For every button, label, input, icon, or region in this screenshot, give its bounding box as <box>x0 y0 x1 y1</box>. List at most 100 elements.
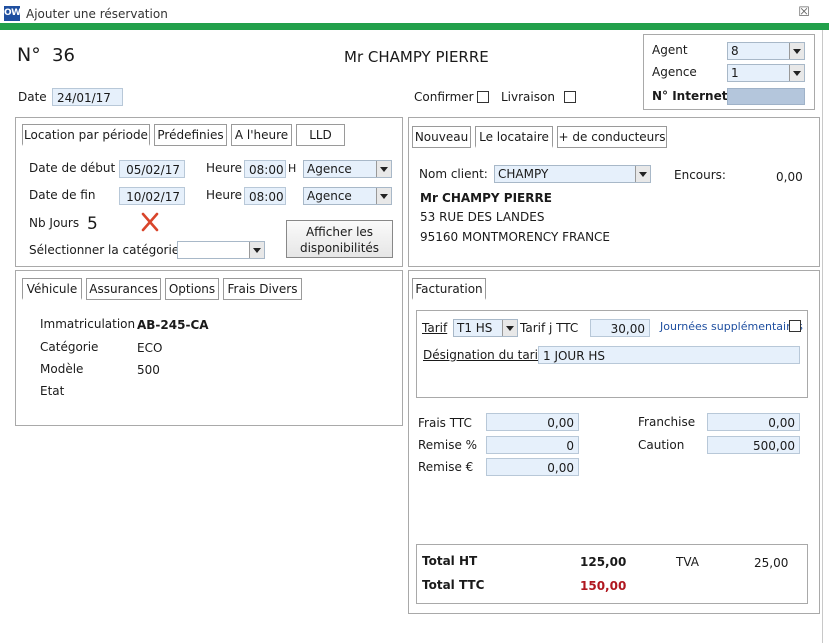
end-date-label: Date de fin <box>29 188 96 202</box>
remise-pct-label: Remise % <box>418 438 478 452</box>
tab-plus-conducteurs[interactable]: + de conducteurs <box>557 126 667 148</box>
accent-bar <box>0 23 829 30</box>
show-availability-line2: disponibilités <box>299 241 380 255</box>
tarif-ttc-field[interactable]: 30,00 <box>590 319 650 337</box>
days-value: 5 <box>87 214 98 234</box>
date-field[interactable]: 24/01/17 <box>52 88 123 106</box>
close-icon[interactable]: ☒ <box>796 6 812 20</box>
totals-group <box>416 544 808 604</box>
designation-field[interactable]: 1 JOUR HS <box>538 346 800 364</box>
total-ttc-label: Total TTC <box>422 578 485 592</box>
agence-label: Agence <box>652 65 697 79</box>
frais-ttc-field[interactable]: 0,00 <box>486 413 579 431</box>
livraison-checkbox[interactable] <box>564 91 576 103</box>
end-date-field[interactable]: 10/02/17 <box>119 187 185 205</box>
caution-label: Caution <box>638 438 685 452</box>
chevron-down-icon[interactable] <box>376 188 391 204</box>
tab-assurances[interactable]: Assurances <box>86 278 161 300</box>
window-title: Ajouter une réservation <box>26 7 168 21</box>
confirmer-checkbox[interactable] <box>477 91 489 103</box>
agent-select-value: 8 <box>731 44 739 58</box>
agent-select[interactable]: 8 <box>727 42 805 60</box>
encours-value: 0,00 <box>776 170 803 184</box>
category-select[interactable] <box>177 241 265 259</box>
tab-nouveau[interactable]: Nouveau <box>412 126 471 148</box>
client-name-label: Nom client: <box>419 167 488 181</box>
extra-days-label: Journées supplémentaires <box>660 320 803 333</box>
chevron-down-icon[interactable] <box>376 161 391 177</box>
end-time-label: Heure <box>206 188 243 202</box>
client-select-value: CHAMPY <box>498 167 549 181</box>
chevron-down-icon[interactable] <box>789 65 804 81</box>
total-ttc-value: 150,00 <box>580 579 627 593</box>
client-title: Mr CHAMPY PIERRE <box>344 48 489 66</box>
date-label: Date <box>18 90 47 104</box>
tab-predefinies[interactable]: Prédefinies <box>154 124 227 146</box>
window-right-border <box>822 30 823 643</box>
renter-address-line1: 53 RUE DES LANDES <box>420 210 545 224</box>
agence-select-value: 1 <box>731 66 739 80</box>
etat-label: Etat <box>40 384 65 398</box>
renter-name: Mr CHAMPY PIERRE <box>420 191 552 205</box>
model-value: 500 <box>137 363 160 377</box>
frais-ttc-label: Frais TTC <box>418 416 472 430</box>
start-date-label: Date de début <box>29 161 116 175</box>
end-time-field[interactable]: 08:00 <box>244 187 286 205</box>
livraison-label: Livraison <box>501 90 555 104</box>
end-place-value: Agence <box>307 189 352 203</box>
days-label: Nb Jours <box>29 216 80 230</box>
tab-location-par-periode[interactable]: Location par période <box>22 124 150 146</box>
tab-le-locataire[interactable]: Le locataire <box>475 126 553 148</box>
app-icon: OW <box>4 6 21 21</box>
category-info-value: ECO <box>137 341 163 355</box>
cross-icon[interactable] <box>140 212 160 232</box>
immat-value: AB-245-CA <box>137 318 209 332</box>
total-ht-label: Total HT <box>422 554 478 568</box>
remise-pct-field[interactable]: 0 <box>486 436 579 454</box>
chevron-down-icon[interactable] <box>635 166 650 182</box>
chevron-down-icon[interactable] <box>249 242 264 258</box>
internet-field[interactable] <box>727 88 805 105</box>
agent-label: Agent <box>652 43 688 57</box>
caution-field[interactable]: 500,00 <box>707 436 800 454</box>
tab-a-lheure[interactable]: A l'heure <box>231 124 292 146</box>
tva-value: 25,00 <box>754 556 789 570</box>
start-date-field[interactable]: 05/02/17 <box>119 160 185 178</box>
designation-label[interactable]: Désignation du tarif <box>423 348 542 362</box>
start-time-label: Heure <box>206 161 243 175</box>
reservation-no-label: N° <box>17 44 41 66</box>
tab-options[interactable]: Options <box>165 278 219 300</box>
category-info-label: Catégorie <box>40 340 99 354</box>
tarif-ttc-label: Tarif j TTC <box>520 321 579 335</box>
confirmer-label: Confirmer <box>414 90 474 104</box>
extra-days-checkbox[interactable] <box>789 320 801 332</box>
tva-label: TVA <box>676 555 699 569</box>
remise-eur-field[interactable]: 0,00 <box>486 458 579 476</box>
tab-vehicule[interactable]: Véhicule <box>22 278 82 300</box>
show-availability-line1: Afficher les <box>305 225 374 239</box>
end-place-select[interactable]: Agence <box>303 187 392 205</box>
renter-address-line2: 95160 MONTMORENCY FRANCE <box>420 230 611 244</box>
show-availability-button[interactable]: Afficher les disponibilités <box>286 220 393 258</box>
immat-label: Immatriculation <box>40 317 136 331</box>
category-label: Sélectionner la catégorie <box>29 243 180 257</box>
agence-select[interactable]: 1 <box>727 64 805 82</box>
start-place-select[interactable]: Agence <box>303 160 392 178</box>
chevron-down-icon[interactable] <box>789 43 804 59</box>
start-place-value: Agence <box>307 162 352 176</box>
encours-label: Encours: <box>674 168 726 182</box>
chevron-down-icon[interactable] <box>502 320 517 336</box>
tarif-select-value: T1 HS <box>457 321 493 335</box>
total-ht-value: 125,00 <box>580 555 627 569</box>
client-select[interactable]: CHAMPY <box>494 165 651 183</box>
internet-label: N° Internet <box>652 89 728 103</box>
franchise-field[interactable]: 0,00 <box>707 413 800 431</box>
tab-frais-divers[interactable]: Frais Divers <box>223 278 302 300</box>
start-time-field[interactable]: 08:00 <box>244 160 286 178</box>
reservation-no-value: 36 <box>52 45 75 66</box>
tarif-label[interactable]: Tarif <box>422 321 447 335</box>
model-label: Modèle <box>40 362 84 376</box>
tarif-select[interactable]: T1 HS <box>453 319 518 337</box>
tab-lld[interactable]: LLD <box>296 124 345 146</box>
tab-facturation[interactable]: Facturation <box>412 278 486 300</box>
